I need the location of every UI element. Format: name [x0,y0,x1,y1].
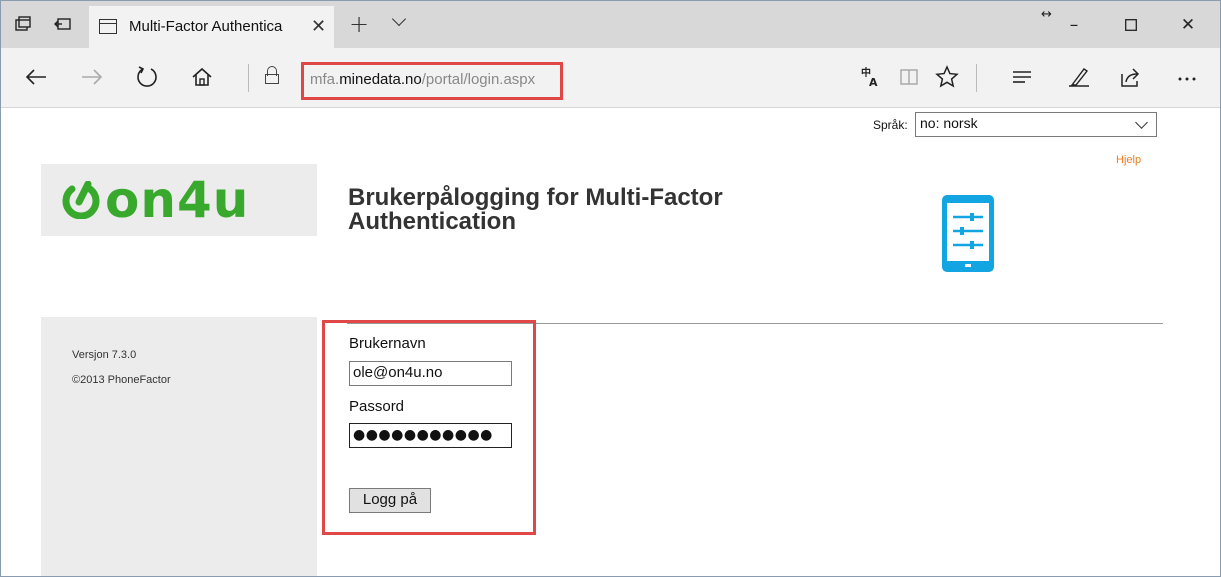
username-label: Brukernavn [349,335,426,352]
set-aside-tabs-icon[interactable] [53,15,73,35]
reading-view-icon[interactable] [894,62,924,92]
nav-divider [248,64,249,92]
active-tab[interactable]: Multi-Factor Authentica ✕ [89,6,334,48]
resize-arrows-icon: ↔ [1041,7,1052,22]
hub-icon[interactable] [1007,62,1037,92]
maximize-icon[interactable] [1116,11,1146,39]
password-field[interactable]: ●●●●●●●●●●● [349,423,512,448]
pen-icon[interactable] [1064,62,1094,92]
refresh-icon[interactable] [132,62,162,92]
power-icon [62,181,100,219]
username-field[interactable]: ole@on4u.no [349,361,512,386]
tab-preview-icon[interactable] [13,15,33,35]
password-label: Passord [349,398,405,415]
nav-divider [976,64,977,92]
new-tab-icon[interactable]: + [349,10,369,38]
minimize-icon[interactable]: – [1059,11,1089,39]
help-link[interactable]: Hjelp [1116,154,1141,166]
language-selected-value: no: norsk [920,115,978,131]
sidebar: Versjon 7.3.0 ©2013 PhoneFactor [41,317,317,576]
tab-bar: Multi-Factor Authentica ✕ + ↔ – ✕ [1,1,1220,48]
close-tab-icon[interactable]: ✕ [311,16,326,37]
chevron-down-icon [1135,116,1148,129]
page-title: Brukerpålogging for Multi-Factor Authent… [348,184,723,235]
copyright-text: ©2013 PhoneFactor [72,374,171,386]
close-window-icon[interactable]: ✕ [1173,11,1203,39]
browser-window: Multi-Factor Authentica ✕ + ↔ – ✕ mfa.mi… [0,0,1221,577]
tab-title: Multi-Factor Authentica [129,18,283,35]
login-button[interactable]: Logg på [349,488,431,513]
page-icon [99,19,117,34]
more-icon[interactable] [1172,62,1202,92]
logo-text: on4u [105,171,250,229]
back-arrow-icon[interactable] [21,62,51,92]
forward-arrow-icon[interactable] [77,62,107,92]
star-icon[interactable] [932,62,962,92]
language-label: Språk: [873,118,908,132]
translate-icon[interactable]: 中A [856,62,886,92]
language-select[interactable]: no: norsk [915,112,1157,137]
version-text: Versjon 7.3.0 [72,349,137,361]
share-icon[interactable] [1116,62,1146,92]
lock-icon[interactable] [265,66,279,84]
address-url: mfa.minedata.no/portal/login.aspx [310,71,536,88]
logo: on4u [41,164,317,236]
address-bar[interactable]: mfa.minedata.no/portal/login.aspx [301,62,563,100]
svg-text:A: A [869,76,878,88]
home-icon[interactable] [187,62,217,92]
login-form: Brukernavn ole@on4u.no Passord ●●●●●●●●●… [322,320,536,535]
phone-settings-icon [942,195,994,272]
navigation-bar: mfa.minedata.no/portal/login.aspx 中A [1,48,1220,108]
chevron-down-icon[interactable] [391,12,411,32]
